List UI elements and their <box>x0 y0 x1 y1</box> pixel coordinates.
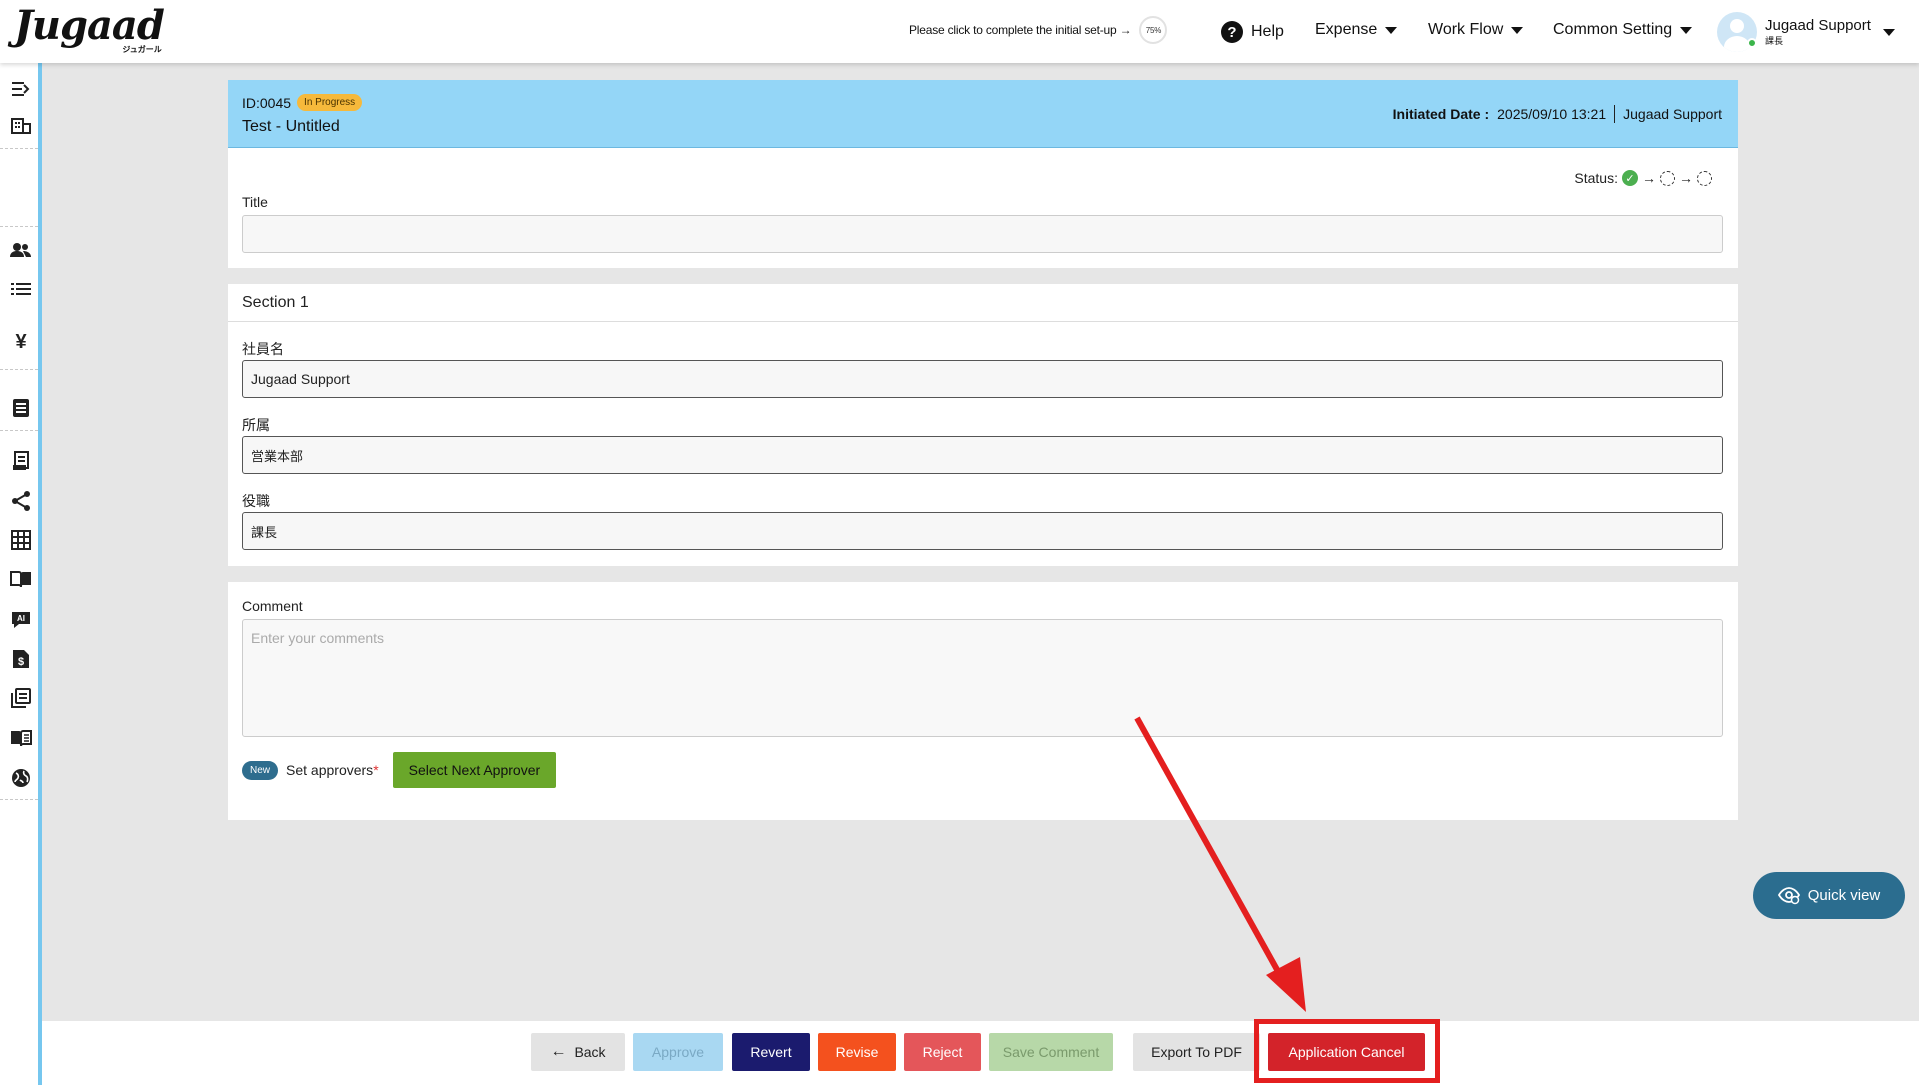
arrow-left-icon: ← <box>550 1043 567 1060</box>
share-icon[interactable] <box>10 490 32 512</box>
svg-text:AI: AI <box>17 614 25 623</box>
top-header: Jugaad ジュガール Please click to complete th… <box>0 0 1919 63</box>
position-label: 役職 <box>242 493 270 509</box>
employee-name-field[interactable]: Jugaad Support <box>242 360 1723 398</box>
help-icon: ? <box>1221 21 1243 43</box>
status-label: Status: <box>1574 170 1618 186</box>
comment-label: Comment <box>242 598 303 614</box>
back-label: Back <box>574 1044 606 1060</box>
sidebar-divider <box>0 430 38 431</box>
library-icon[interactable] <box>10 687 32 709</box>
required-mark: * <box>373 762 379 778</box>
menu-work-flow-label: Work Flow <box>1428 21 1504 38</box>
status-progress: Status: ✓ → → <box>1574 170 1712 186</box>
svg-text:$: $ <box>18 656 24 668</box>
menu-expense-label: Expense <box>1315 21 1378 38</box>
initiated-date: 2025/09/10 13:21 <box>1497 106 1607 122</box>
initiated-info: Initiated Date : 2025/09/10 13:21 Jugaad… <box>1393 105 1722 123</box>
save-comment-button[interactable]: Save Comment <box>989 1033 1113 1071</box>
manual-icon[interactable] <box>10 727 32 749</box>
record-id: ID:0045 <box>242 94 292 111</box>
record-header: ID:0045 In Progress Test - Untitled Init… <box>228 80 1738 148</box>
position-field[interactable]: 課長 <box>242 512 1723 550</box>
title-input[interactable] <box>242 215 1723 253</box>
sidebar-divider <box>0 369 38 370</box>
record-title: Test - Untitled <box>242 118 340 135</box>
back-button[interactable]: ← Back <box>531 1033 625 1071</box>
grid-icon[interactable] <box>10 529 32 551</box>
user-menu[interactable]: Jugaad Support 課長 <box>1717 12 1895 52</box>
collapse-menu-icon[interactable] <box>10 78 32 100</box>
check-circle-icon: ✓ <box>1622 170 1638 186</box>
employee-name-label: 社員名 <box>242 341 284 357</box>
initiated-label: Initiated Date : <box>1392 106 1490 122</box>
document-icon[interactable] <box>10 397 32 419</box>
revert-button[interactable]: Revert <box>732 1033 810 1071</box>
initial-setup-link[interactable]: Please click to complete the initial set… <box>909 16 1168 44</box>
new-badge: New <box>242 760 279 780</box>
setup-text: Please click to complete the initial set… <box>909 23 1132 37</box>
record-id-row: ID:0045 In Progress <box>242 94 363 111</box>
pending-circle-icon <box>1660 170 1675 186</box>
select-next-approver-button[interactable]: Select Next Approver <box>392 752 557 788</box>
help-link[interactable]: ? Help <box>1221 21 1284 43</box>
revise-button[interactable]: Revise <box>818 1033 896 1071</box>
approver-row: New Set approvers* Select Next Approver <box>242 752 557 788</box>
sidebar: ¥ AI $ <box>0 63 42 1085</box>
user-name: Jugaad Support <box>1765 16 1871 34</box>
jugaad-logo[interactable]: Jugaad ジュガール <box>14 2 165 55</box>
title-field-label: Title <box>242 194 268 210</box>
initiator-name: Jugaad Support <box>1623 106 1722 122</box>
menu-work-flow[interactable]: Work Flow <box>1428 21 1524 39</box>
section-card: Section 1 社員名 Jugaad Support 所属 営業本部 役職 … <box>228 284 1738 566</box>
pending-circle-icon <box>1697 170 1712 186</box>
chevron-down-icon <box>1680 26 1693 34</box>
menu-common-setting[interactable]: Common Setting <box>1553 21 1693 39</box>
record-card: ID:0045 In Progress Test - Untitled Init… <box>228 80 1738 268</box>
arrow-right-icon: → <box>1642 170 1656 186</box>
eye-icon <box>1777 886 1800 904</box>
help-label: Help <box>1251 23 1284 40</box>
quick-view-button[interactable]: Quick view <box>1753 872 1905 919</box>
globe-icon[interactable] <box>10 767 32 789</box>
sidebar-divider <box>0 226 38 227</box>
comment-textarea[interactable]: Enter your comments <box>242 619 1723 737</box>
online-status-dot <box>1747 38 1757 48</box>
divider <box>1614 105 1616 123</box>
quick-view-label: Quick view <box>1807 887 1881 904</box>
approve-button[interactable]: Approve <box>633 1033 723 1071</box>
book-icon[interactable] <box>10 568 32 590</box>
department-label: 所属 <box>242 417 270 433</box>
list-icon[interactable] <box>10 278 32 300</box>
annotation-highlight-box <box>1254 1019 1440 1083</box>
logo-text: Jugaad <box>14 2 165 49</box>
arrow-right-icon: → <box>1679 170 1693 186</box>
section-title: Section 1 <box>228 284 1738 322</box>
chevron-down-icon <box>1511 26 1524 34</box>
sidebar-divider <box>0 799 38 800</box>
status-badge: In Progress <box>297 94 363 111</box>
department-field[interactable]: 営業本部 <box>242 436 1723 474</box>
invoice-icon[interactable]: $ <box>10 648 32 670</box>
receipt-icon[interactable] <box>10 450 32 472</box>
ai-chat-icon[interactable]: AI <box>10 609 32 631</box>
export-pdf-button[interactable]: Export To PDF <box>1133 1033 1260 1071</box>
building-icon[interactable] <box>10 114 32 136</box>
menu-expense[interactable]: Expense <box>1315 21 1398 39</box>
comment-card: Comment Enter your comments New Set appr… <box>228 582 1738 820</box>
user-info: Jugaad Support 課長 <box>1765 16 1871 47</box>
chevron-down-icon <box>1385 26 1398 34</box>
reject-button[interactable]: Reject <box>904 1033 981 1071</box>
users-icon[interactable] <box>10 239 32 261</box>
logo-subtext: ジュガール <box>122 45 162 54</box>
menu-common-setting-label: Common Setting <box>1553 21 1673 38</box>
yen-icon[interactable]: ¥ <box>10 331 32 353</box>
setup-progress-indicator: 75% <box>1139 16 1168 44</box>
set-approvers-label: Set approvers* <box>286 762 379 778</box>
user-role: 課長 <box>1765 35 1784 46</box>
sidebar-divider <box>0 148 38 149</box>
setup-progress-value: 75% <box>1145 25 1162 35</box>
chevron-down-icon <box>1882 28 1895 36</box>
